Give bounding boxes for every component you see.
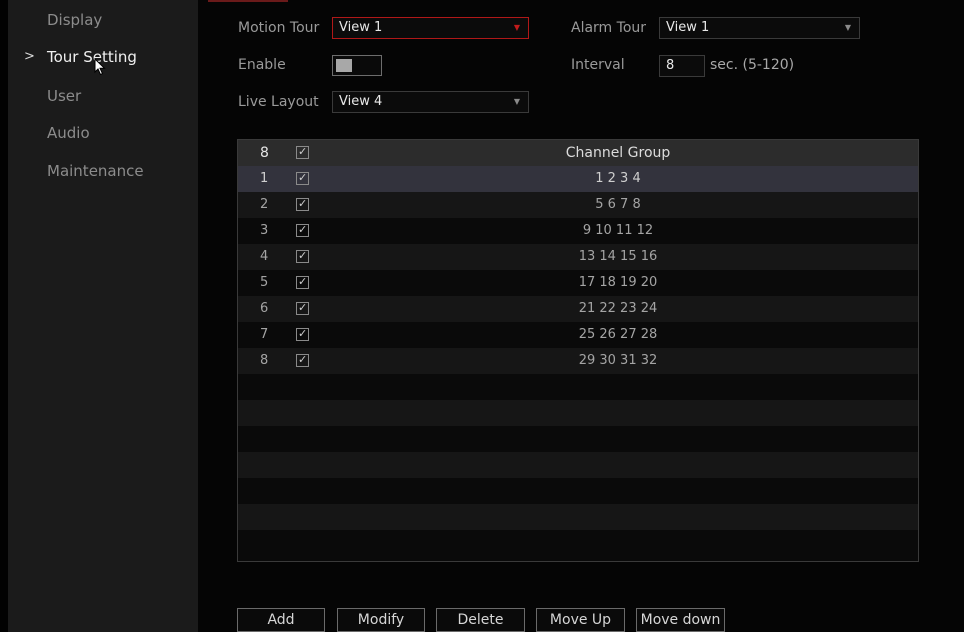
row-checkbox[interactable]: ✓: [296, 197, 309, 211]
row-checkbox[interactable]: ✓: [296, 301, 309, 315]
sidebar-item-label: Tour Setting: [47, 48, 137, 66]
row-channel-group: 29 30 31 32: [578, 353, 658, 368]
motion-tour-label: Motion Tour: [238, 20, 320, 36]
row-checkbox[interactable]: ✓: [296, 353, 309, 367]
check-icon: ✓: [298, 197, 308, 210]
move-down-button[interactable]: Move down: [636, 608, 725, 632]
table-row-empty: [238, 530, 918, 556]
delete-button[interactable]: Delete: [436, 608, 525, 632]
interval-input[interactable]: 8: [659, 55, 705, 77]
enable-toggle[interactable]: [332, 55, 382, 76]
check-icon: ✓: [298, 327, 308, 340]
row-index: 7: [260, 327, 269, 342]
header-accent-line: [208, 0, 288, 2]
check-icon: ✓: [298, 223, 308, 236]
table-row[interactable]: 5 ✓ 17 18 19 20: [238, 270, 918, 296]
live-layout-select[interactable]: View 4 ▼: [332, 91, 529, 113]
enable-label: Enable: [238, 57, 286, 73]
motion-tour-value: View 1: [339, 20, 383, 35]
interval-range-hint: sec. (5-120): [710, 57, 795, 73]
sidebar-item-label: Display: [47, 11, 103, 29]
toggle-knob: [336, 59, 352, 72]
sidebar-item-maintenance[interactable]: Maintenance: [8, 153, 198, 189]
header-count: 8: [260, 145, 269, 161]
row-channel-group: 21 22 23 24: [578, 301, 658, 316]
table-row-empty: [238, 478, 918, 504]
mouse-pointer-icon: [94, 58, 106, 76]
row-checkbox[interactable]: ✓: [296, 275, 309, 289]
row-channel-group: 13 14 15 16: [578, 249, 658, 264]
sidebar-item-label: Audio: [47, 124, 90, 142]
interval-label: Interval: [571, 57, 625, 73]
chevron-right-icon: >: [24, 49, 35, 64]
sidebar-item-label: User: [47, 87, 82, 105]
row-index: 5: [260, 275, 269, 290]
check-icon: ✓: [298, 145, 308, 158]
table-row[interactable]: 6 ✓ 21 22 23 24: [238, 296, 918, 322]
row-channel-group: 1 2 3 4: [595, 171, 641, 186]
table-row-empty: [238, 400, 918, 426]
row-checkbox[interactable]: ✓: [296, 223, 309, 237]
table-row[interactable]: 4 ✓ 13 14 15 16: [238, 244, 918, 270]
row-index: 6: [260, 301, 269, 316]
table-row[interactable]: 7 ✓ 25 26 27 28: [238, 322, 918, 348]
check-icon: ✓: [298, 249, 308, 262]
dropdown-arrow-icon: ▼: [513, 23, 520, 32]
row-index: 2: [260, 197, 269, 212]
alarm-tour-label: Alarm Tour: [571, 20, 647, 36]
motion-tour-select[interactable]: View 1 ▼: [332, 17, 529, 39]
row-index: 3: [260, 223, 269, 238]
sidebar-item-label: Maintenance: [47, 162, 144, 180]
row-checkbox[interactable]: ✓: [296, 327, 309, 341]
sidebar: Display > Tour Setting User Audio Mainte…: [8, 0, 198, 632]
check-icon: ✓: [298, 301, 308, 314]
row-channel-group: 9 10 11 12: [582, 223, 654, 238]
check-icon: ✓: [298, 275, 308, 288]
table-row[interactable]: 1 ✓ 1 2 3 4: [238, 166, 918, 192]
select-all-checkbox[interactable]: ✓: [296, 145, 309, 159]
table-row-empty: [238, 452, 918, 478]
live-layout-value: View 4: [339, 94, 383, 109]
table-row-empty: [238, 426, 918, 452]
dropdown-arrow-icon: ▼: [513, 97, 520, 106]
row-index: 4: [260, 249, 269, 264]
row-channel-group: 17 18 19 20: [578, 275, 658, 290]
add-button[interactable]: Add: [237, 608, 325, 632]
alarm-tour-select[interactable]: View 1 ▼: [659, 17, 860, 39]
table-row[interactable]: 8 ✓ 29 30 31 32: [238, 348, 918, 374]
interval-value: 8: [666, 58, 675, 73]
row-channel-group: 5 6 7 8: [595, 197, 641, 212]
table-row-empty: [238, 374, 918, 400]
table-header: 8 ✓ Channel Group: [238, 140, 918, 166]
sidebar-item-user[interactable]: User: [8, 78, 198, 114]
table-row-empty: [238, 504, 918, 530]
tour-setting-panel: Motion Tour View 1 ▼ Alarm Tour View 1 ▼…: [198, 0, 964, 632]
move-up-button[interactable]: Move Up: [536, 608, 625, 632]
dropdown-arrow-icon: ▼: [844, 23, 851, 32]
row-channel-group: 25 26 27 28: [578, 327, 658, 342]
table-row[interactable]: 2 ✓ 5 6 7 8: [238, 192, 918, 218]
sidebar-item-audio[interactable]: Audio: [8, 115, 198, 151]
check-icon: ✓: [298, 353, 308, 366]
row-checkbox[interactable]: ✓: [296, 171, 309, 185]
header-channel-group: Channel Group: [565, 145, 671, 161]
row-checkbox[interactable]: ✓: [296, 249, 309, 263]
row-index: 8: [260, 353, 269, 368]
table-row[interactable]: 3 ✓ 9 10 11 12: [238, 218, 918, 244]
channel-group-table: 8 ✓ Channel Group 1 ✓ 1 2 3 4 2 ✓ 5 6 7 …: [237, 139, 919, 562]
alarm-tour-value: View 1: [666, 20, 710, 35]
modify-button[interactable]: Modify: [337, 608, 425, 632]
row-index: 1: [260, 171, 269, 186]
check-icon: ✓: [298, 171, 308, 184]
sidebar-item-display[interactable]: Display: [8, 2, 198, 38]
live-layout-label: Live Layout: [238, 94, 319, 110]
